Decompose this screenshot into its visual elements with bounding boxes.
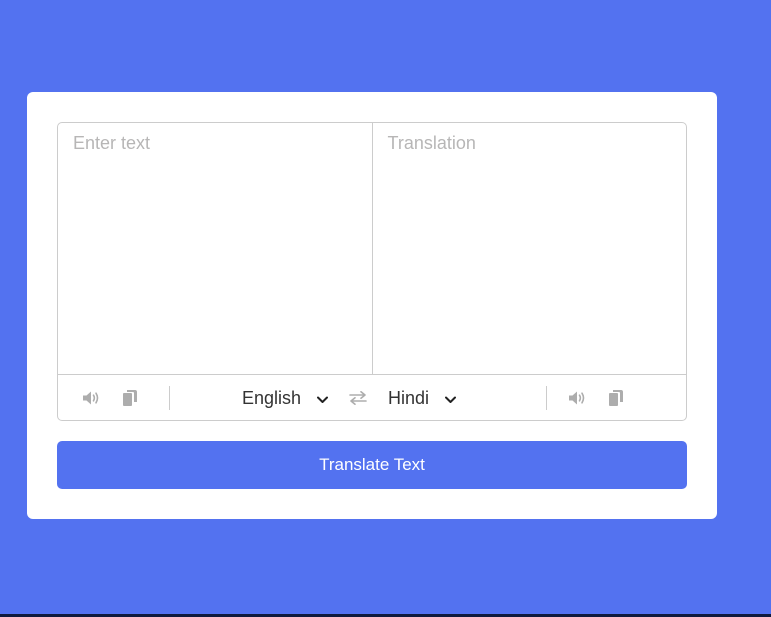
exchange-icon[interactable]	[328, 391, 388, 405]
translator-card: English	[27, 92, 717, 519]
chevron-down-icon	[317, 388, 328, 409]
source-text-input[interactable]	[58, 123, 372, 374]
volume-icon[interactable]	[567, 387, 589, 409]
target-icons	[546, 386, 643, 410]
text-input-area	[58, 123, 686, 375]
source-language-label: English	[241, 387, 301, 408]
translator-wrapper: English	[57, 122, 687, 421]
copy-icon[interactable]	[605, 387, 627, 409]
volume-icon[interactable]	[81, 387, 103, 409]
target-language-select[interactable]: Hindi	[388, 387, 457, 409]
source-icons	[73, 386, 170, 410]
translate-button[interactable]: Translate Text	[57, 441, 687, 489]
source-language-select[interactable]: English	[242, 388, 328, 409]
target-language-label: Hindi	[388, 387, 430, 408]
translation-output[interactable]	[371, 123, 686, 374]
copy-icon[interactable]	[119, 387, 141, 409]
source-controls: English	[73, 386, 328, 410]
page-background: English	[0, 0, 771, 617]
target-controls: Hindi	[388, 386, 643, 410]
chevron-down-icon	[445, 388, 457, 409]
controls-bar: English Hindi	[58, 375, 686, 420]
